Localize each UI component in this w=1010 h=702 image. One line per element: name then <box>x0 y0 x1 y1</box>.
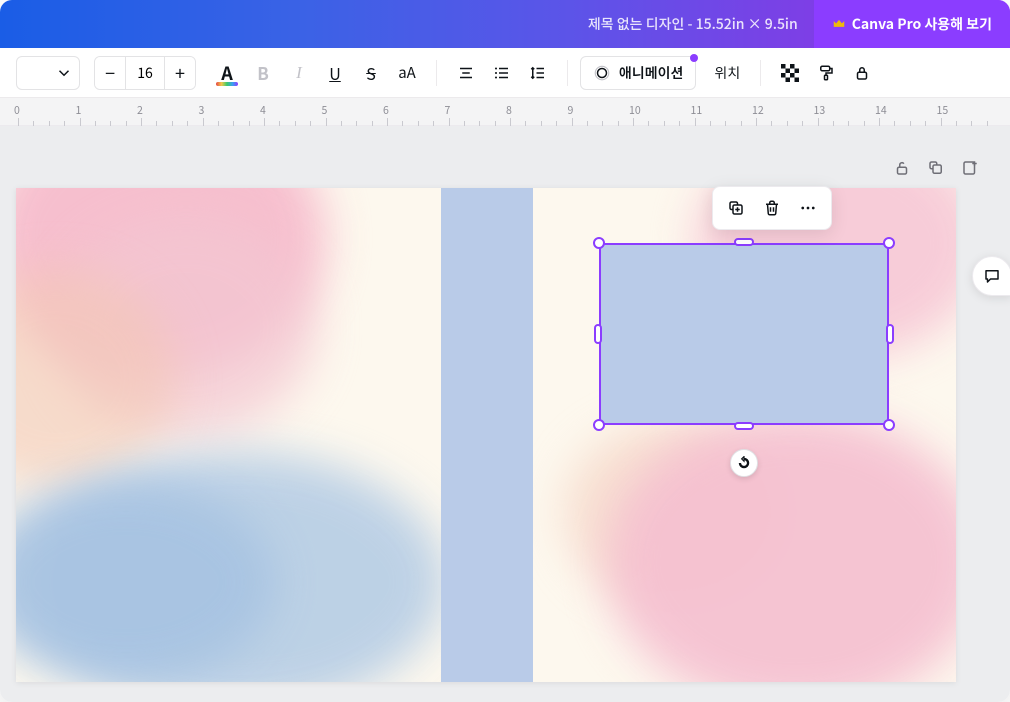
canva-pro-button[interactable]: Canva Pro 사용해 보기 <box>814 0 1010 48</box>
text-toolbar: − + A B I U S aA 애니메이션 위치 <box>0 48 1010 98</box>
align-button[interactable] <box>449 56 483 90</box>
transparency-icon <box>781 64 799 82</box>
resize-handle-right[interactable] <box>886 324 894 344</box>
spacing-button[interactable] <box>521 56 555 90</box>
underline-button[interactable]: U <box>318 56 352 90</box>
lock-icon <box>853 64 871 82</box>
animate-icon <box>593 64 611 82</box>
italic-button[interactable]: I <box>282 56 316 90</box>
ruler-label: 10 <box>629 103 641 118</box>
animate-button[interactable]: 애니메이션 <box>580 56 696 90</box>
ellipsis-icon <box>799 199 817 217</box>
text-color-button[interactable]: A <box>210 56 244 90</box>
color-spectrum-icon <box>216 82 238 86</box>
position-label: 위치 <box>714 63 740 83</box>
canvas-spread[interactable] <box>16 188 956 682</box>
duplicate-page-icon <box>927 159 945 177</box>
resize-handle-left[interactable] <box>594 324 602 344</box>
ruler-label: 9 <box>568 103 574 118</box>
chevron-down-icon <box>55 64 73 82</box>
resize-handle-bottom[interactable] <box>734 422 754 430</box>
paint-roller-icon <box>817 64 835 82</box>
more-options-button[interactable] <box>791 191 825 225</box>
ruler-label: 7 <box>445 103 451 118</box>
page-tools <box>892 158 980 178</box>
ruler-label: 1 <box>76 103 82 118</box>
list-icon <box>493 64 511 82</box>
selected-shape[interactable] <box>599 243 889 425</box>
font-size-input[interactable] <box>125 56 165 90</box>
animate-label: 애니메이션 <box>619 63 683 83</box>
rotate-icon <box>737 456 751 470</box>
list-button[interactable] <box>485 56 519 90</box>
resize-handle-tl[interactable] <box>593 237 605 249</box>
delete-button[interactable] <box>755 191 789 225</box>
ruler-label: 13 <box>814 103 826 118</box>
ruler-label: 15 <box>937 103 949 118</box>
duplicate-button[interactable] <box>719 191 753 225</box>
rotate-handle[interactable] <box>730 449 758 477</box>
font-family-select[interactable] <box>16 56 80 90</box>
align-center-icon <box>457 64 475 82</box>
page-gutter <box>441 188 533 682</box>
spacing-icon <box>529 64 547 82</box>
horizontal-ruler: 0123456789101112131415 <box>0 98 1010 126</box>
unlock-icon <box>893 159 911 177</box>
position-button[interactable]: 위치 <box>706 56 748 90</box>
ruler-label: 4 <box>260 103 266 118</box>
comment-icon <box>983 267 1001 285</box>
element-floating-toolbar <box>712 186 832 230</box>
ruler-label: 11 <box>691 103 703 118</box>
comment-button[interactable] <box>972 256 1010 296</box>
crown-icon <box>832 17 846 31</box>
add-page-icon <box>961 159 979 177</box>
trash-icon <box>763 199 781 217</box>
ruler-label: 12 <box>752 103 764 118</box>
ruler-label: 0 <box>14 103 20 118</box>
ruler-label: 5 <box>322 103 328 118</box>
lock-button[interactable] <box>845 56 879 90</box>
transparency-button[interactable] <box>773 56 807 90</box>
font-size-decrease[interactable]: − <box>95 56 125 90</box>
add-page-button[interactable] <box>960 158 980 178</box>
page-left[interactable] <box>16 188 441 682</box>
ruler-label: 14 <box>875 103 887 118</box>
title-bar: 제목 없는 디자인 - 15.52in × 9.5in Canva Pro 사용… <box>0 0 1010 48</box>
selection-outline <box>599 243 889 425</box>
resize-handle-br[interactable] <box>883 419 895 431</box>
strikethrough-button[interactable]: S <box>354 56 388 90</box>
ruler-label: 3 <box>199 103 205 118</box>
bold-button[interactable]: B <box>246 56 280 90</box>
font-size-stepper[interactable]: − + <box>94 56 196 90</box>
ruler-label: 6 <box>383 103 389 118</box>
page-right[interactable] <box>533 188 956 682</box>
duplicate-icon <box>727 199 745 217</box>
canva-pro-label: Canva Pro 사용해 보기 <box>852 14 992 34</box>
ruler-label: 2 <box>137 103 143 118</box>
resize-handle-bl[interactable] <box>593 419 605 431</box>
canvas-stage[interactable] <box>0 126 1010 702</box>
copy-style-button[interactable] <box>809 56 843 90</box>
text-case-button[interactable]: aA <box>390 56 424 90</box>
new-feature-dot-icon <box>690 54 698 62</box>
ruler-label: 8 <box>506 103 512 118</box>
document-title: 제목 없는 디자인 - 15.52in × 9.5in <box>588 14 798 34</box>
resize-handle-top[interactable] <box>734 238 754 246</box>
resize-handle-tr[interactable] <box>883 237 895 249</box>
font-size-increase[interactable]: + <box>165 56 195 90</box>
duplicate-page-button[interactable] <box>926 158 946 178</box>
page-unlock-button[interactable] <box>892 158 912 178</box>
